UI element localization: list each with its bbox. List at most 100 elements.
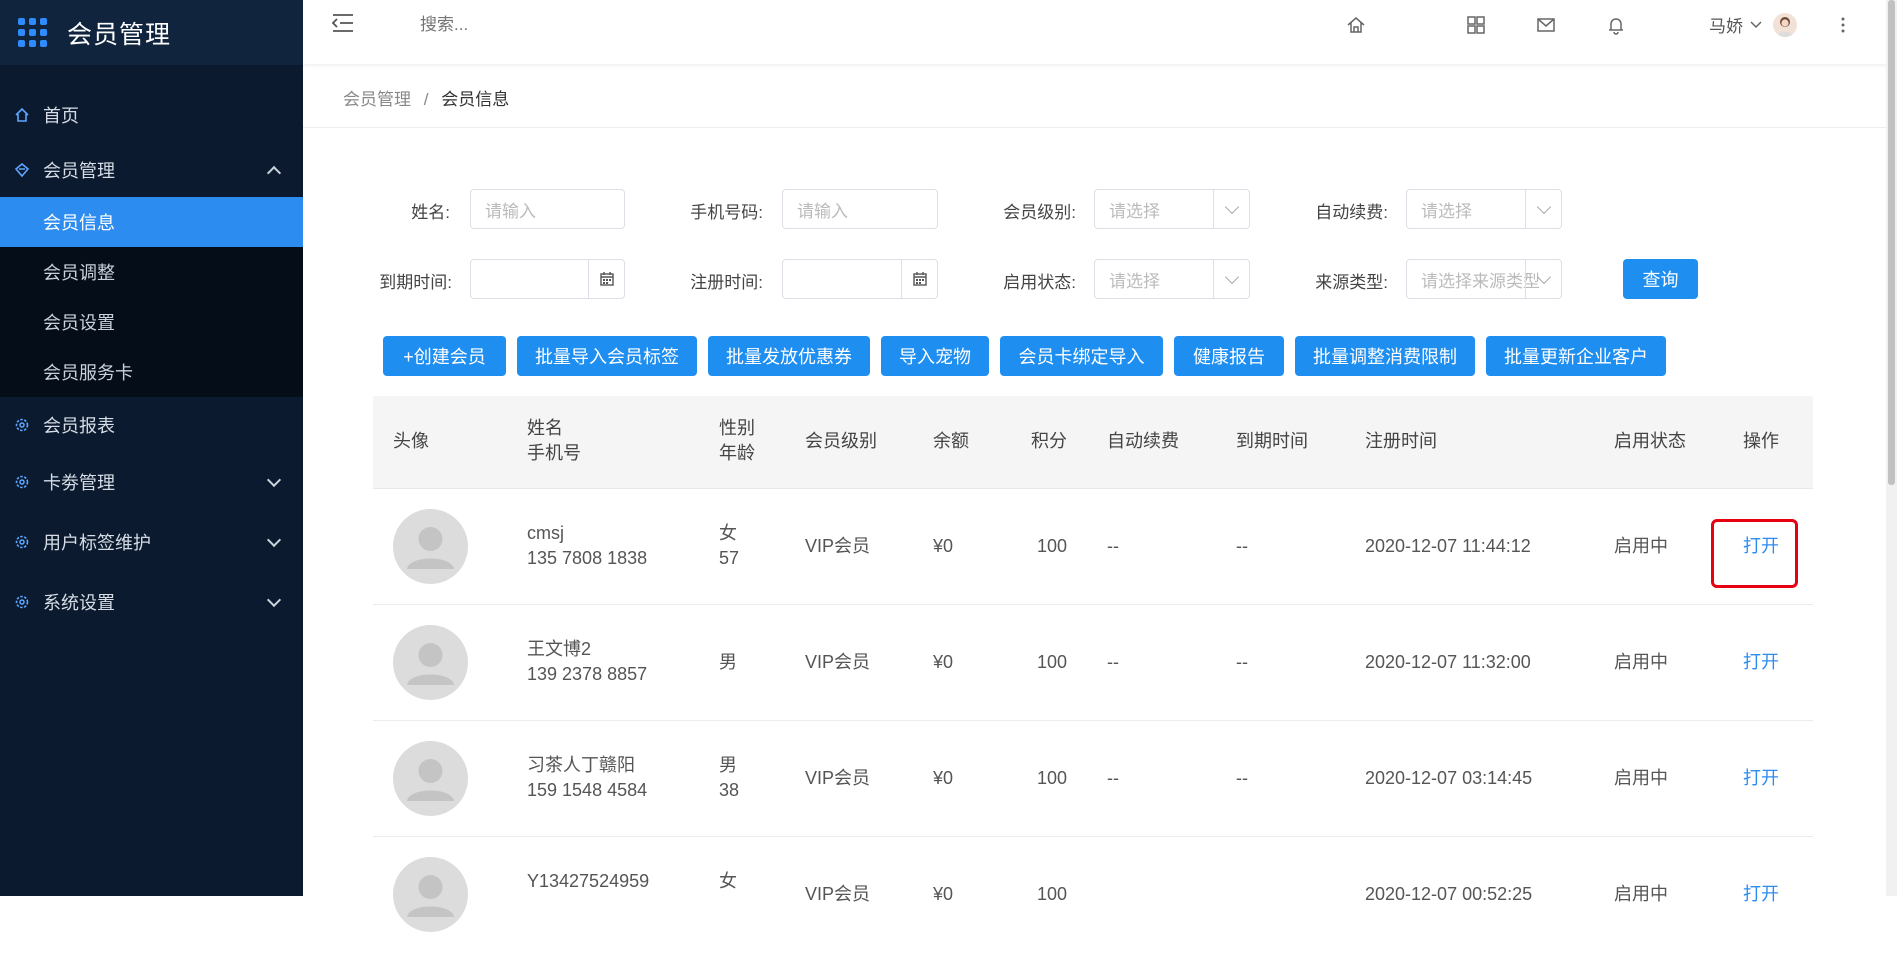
sidebar: 会员管理 首页 会员管理 会员信息 会员调整 会员设置 会员服务卡 会员报表 卡… — [0, 0, 303, 896]
avatar — [393, 625, 468, 700]
sidebar-item-member-info[interactable]: 会员信息 — [0, 197, 303, 247]
update-enterprise-customers-button[interactable]: 批量更新企业客户 — [1486, 336, 1666, 376]
calendar-icon[interactable] — [901, 260, 937, 298]
source-label: 来源类型: — [1315, 273, 1388, 292]
table-row: 习茶人丁赣阳 159 1548 4584 男 38 VIP会员 ¥0 100 -… — [373, 721, 1813, 837]
cell-points: 100 — [1037, 652, 1068, 672]
gear-icon — [14, 417, 30, 433]
renew-label: 自动续费: — [1315, 203, 1388, 222]
cell-status: 启用中 — [1614, 652, 1668, 672]
cell-expire: -- — [1236, 536, 1248, 556]
chevron-down-icon — [1213, 260, 1249, 298]
divider — [303, 127, 1886, 128]
import-member-tags-button[interactable]: 批量导入会员标签 — [517, 336, 697, 376]
cell-level: VIP会员 — [805, 768, 871, 788]
table-row: Y13427524959 女 VIP会员 ¥0 100 2020-12-07 0… — [373, 837, 1813, 953]
query-button[interactable]: 查询 — [1623, 259, 1698, 299]
bell-icon[interactable] — [1605, 14, 1627, 36]
col-age: 年龄 — [719, 443, 755, 463]
app-title: 会员管理 — [67, 20, 172, 49]
cell-points: 100 — [1037, 884, 1068, 904]
breadcrumb: 会员管理 / 会员信息 — [343, 85, 509, 110]
expire-date-input[interactable] — [470, 259, 625, 299]
phone-input[interactable]: 请输入 — [782, 189, 938, 229]
sidebar-item-home[interactable]: 首页 — [0, 87, 303, 142]
name-label: 姓名: — [411, 203, 450, 222]
cell-name: 王文博2 — [527, 639, 592, 659]
cell-level: VIP会员 — [805, 536, 871, 556]
cell-age: 57 — [719, 548, 740, 568]
highlight-box — [1711, 519, 1798, 588]
open-link[interactable]: 打开 — [1743, 766, 1779, 791]
grid-icon[interactable] — [1465, 14, 1487, 36]
col-phone: 手机号 — [527, 443, 581, 463]
home-icon[interactable] — [1345, 14, 1367, 36]
cell-gender: 女 — [719, 523, 737, 543]
register-date-input[interactable] — [782, 259, 938, 299]
sidebar-item-member-settings[interactable]: 会员设置 — [0, 297, 303, 347]
import-card-binding-button[interactable]: 会员卡绑定导入 — [1000, 336, 1163, 376]
chevron-down-icon — [266, 472, 282, 488]
mail-icon[interactable] — [1535, 14, 1557, 36]
chevron-down-icon — [1525, 190, 1561, 228]
scrollbar-thumb[interactable] — [1888, 0, 1895, 485]
open-link[interactable]: 打开 — [1743, 650, 1779, 675]
sidebar-item-member-service-card[interactable]: 会员服务卡 — [0, 347, 303, 397]
sidebar-item-reports[interactable]: 会员报表 — [0, 397, 303, 452]
col-register: 注册时间 — [1365, 431, 1437, 451]
source-select[interactable]: 请选择来源类型 — [1406, 259, 1562, 299]
breadcrumb-separator: / — [423, 90, 429, 109]
cell-age: 38 — [719, 780, 740, 800]
top-header: 马娇 — [303, 0, 1897, 64]
create-member-button[interactable]: +创建会员 — [383, 336, 506, 376]
col-avatar: 头像 — [393, 431, 429, 451]
scrollbar[interactable] — [1886, 0, 1897, 896]
calendar-icon[interactable] — [588, 260, 624, 298]
sidebar-item-label: 首页 — [43, 105, 79, 126]
breadcrumb-root[interactable]: 会员管理 — [343, 90, 411, 109]
phone-label: 手机号码: — [690, 203, 763, 222]
chevron-down-icon — [266, 592, 282, 608]
level-select[interactable]: 请选择 — [1094, 189, 1250, 229]
settings-icon — [14, 474, 30, 490]
diamond-icon — [14, 162, 30, 178]
import-pets-button[interactable]: 导入宠物 — [881, 336, 989, 376]
health-report-button[interactable]: 健康报告 — [1174, 336, 1284, 376]
user-menu[interactable]: 马娇 — [1709, 12, 1797, 37]
col-balance: 余额 — [933, 431, 969, 451]
sidebar-item-tags[interactable]: 用户标签维护 — [0, 512, 303, 572]
col-action: 操作 — [1743, 431, 1779, 451]
sidebar-item-label: 会员管理 — [43, 160, 115, 181]
menu-collapse-icon[interactable] — [331, 12, 355, 34]
cell-register: 2020-12-07 11:32:00 — [1365, 652, 1531, 672]
name-input[interactable]: 请输入 — [470, 189, 625, 229]
brand-bar: 会员管理 — [0, 0, 303, 65]
sidebar-item-coupons[interactable]: 卡劵管理 — [0, 452, 303, 512]
issue-coupons-button[interactable]: 批量发放优惠券 — [708, 336, 870, 376]
cell-status: 启用中 — [1614, 884, 1668, 904]
search-input[interactable] — [418, 14, 618, 36]
col-name: 姓名 — [527, 418, 563, 438]
table-header: 头像 姓名 手机号 性别 年龄 会员级别 余额 积分 自动续费 到期时间 注册时… — [373, 396, 1813, 489]
register-label: 注册时间: — [690, 273, 763, 292]
col-auto-renew: 自动续费 — [1107, 431, 1179, 451]
cell-level: VIP会员 — [805, 884, 871, 904]
col-gender: 性别 — [719, 418, 755, 438]
adjust-consumption-limit-button[interactable]: 批量调整消费限制 — [1295, 336, 1475, 376]
sidebar-item-member-adjust[interactable]: 会员调整 — [0, 247, 303, 297]
status-select-value: 请选择 — [1109, 271, 1160, 291]
status-select[interactable]: 请选择 — [1094, 259, 1250, 299]
renew-select[interactable]: 请选择 — [1406, 189, 1562, 229]
chevron-down-icon — [1750, 20, 1762, 28]
more-vertical-icon[interactable] — [1840, 14, 1846, 36]
cell-points: 100 — [1037, 768, 1068, 788]
apps-grid-icon[interactable] — [18, 18, 47, 47]
open-link[interactable]: 打开 — [1743, 882, 1779, 907]
cell-phone: 135 7808 1838 — [527, 548, 648, 568]
sidebar-item-member-mgmt[interactable]: 会员管理 — [0, 142, 303, 197]
sidebar-item-label: 用户标签维护 — [43, 533, 151, 553]
cell-auto-renew: -- — [1107, 536, 1119, 556]
cell-status: 启用中 — [1614, 536, 1668, 556]
table-row: cmsj 135 7808 1838 女 57 VIP会员 ¥0 100 -- … — [373, 489, 1813, 605]
sidebar-item-settings[interactable]: 系统设置 — [0, 572, 303, 632]
